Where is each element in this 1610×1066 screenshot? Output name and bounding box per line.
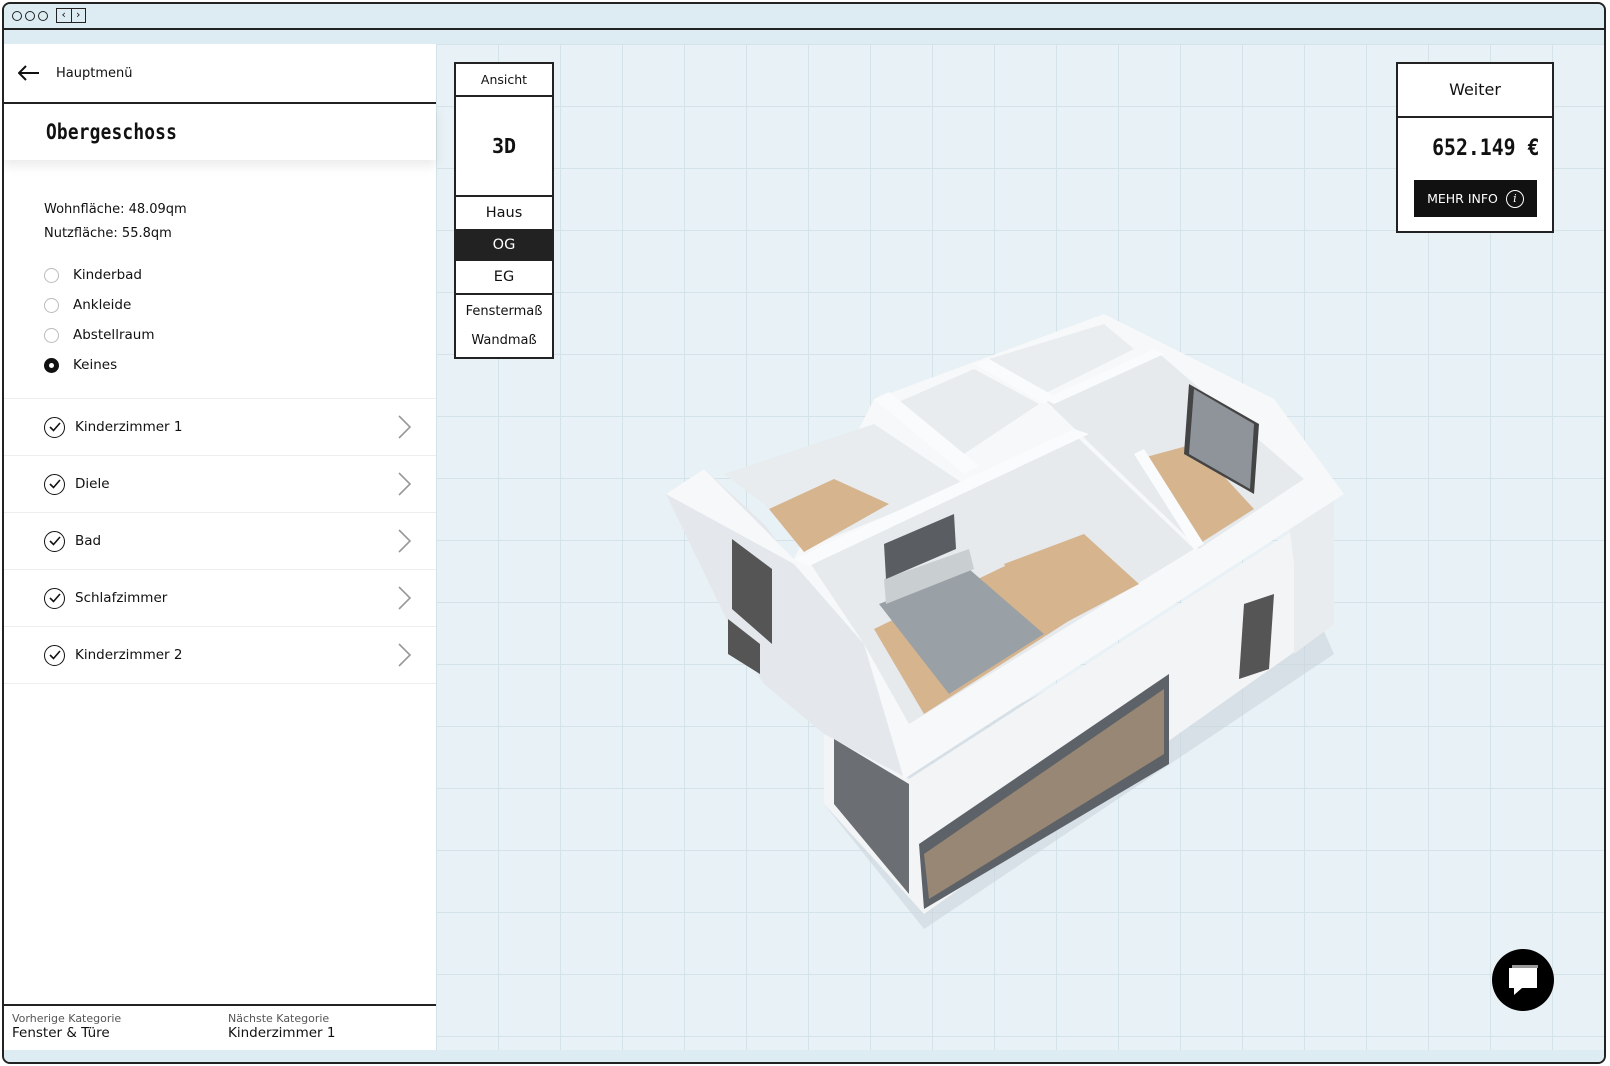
previous-category-link[interactable]: Vorherige Kategorie Fenster & Türe [4, 1006, 220, 1050]
chevron-right-icon[interactable] [390, 527, 418, 555]
radio-circle-icon[interactable] [44, 327, 59, 343]
area-info: Wohnfläche: 48.09qm Nutzfläche: 55.8qm [4, 160, 436, 246]
chevron-right-icon[interactable] [390, 413, 418, 441]
window-dot-icon[interactable] [38, 11, 48, 21]
previous-category-name: Fenster & Türe [12, 1025, 110, 1041]
view-mode-3d-button[interactable]: 3D [456, 97, 552, 197]
view-control-panel: Ansicht 3D Haus OG EG Fenstermaß Wandmaß [454, 62, 554, 359]
category-footer: Vorherige Kategorie Fenster & Türe Nächs… [4, 1004, 436, 1050]
room-item-kinderzimmer-1[interactable]: Kinderzimmer 1 [4, 399, 436, 456]
chevron-right-icon[interactable] [390, 584, 418, 612]
room-item-schlafzimmer[interactable]: Schlafzimmer [4, 570, 436, 627]
window-dot-icon[interactable] [25, 11, 35, 21]
radio-circle-icon[interactable] [44, 267, 59, 283]
chat-icon [1509, 965, 1538, 995]
fenstermass-toggle[interactable]: Fenstermaß [456, 297, 552, 326]
back-arrow-icon[interactable] [17, 63, 40, 83]
radio-label: Ankleide [73, 297, 132, 313]
radio-keines[interactable]: Keines [44, 350, 436, 380]
level-haus-button[interactable]: Haus [456, 197, 552, 229]
next-category-name: Kinderzimmer 1 [228, 1025, 336, 1041]
measurement-toggles: Fenstermaß Wandmaß [456, 293, 552, 357]
top-strip [4, 30, 1604, 44]
price-panel: Weiter 652.149 € MEHR INFO i [1396, 62, 1554, 233]
check-circle-icon [44, 644, 65, 666]
chevron-right-icon[interactable] [390, 470, 418, 498]
room-item-bad[interactable]: Bad [4, 513, 436, 570]
room-label: Diele [75, 476, 110, 492]
mehr-info-button[interactable]: MEHR INFO i [1414, 180, 1537, 217]
level-og-button[interactable]: OG [456, 229, 552, 261]
room-item-diele[interactable]: Diele [4, 456, 436, 513]
room-label: Kinderzimmer 2 [75, 647, 183, 663]
window-chrome: ‹ › [4, 4, 1604, 30]
check-circle-icon [44, 587, 65, 609]
window-dot-icon[interactable] [12, 11, 22, 21]
radio-selected-icon[interactable] [44, 357, 59, 373]
total-price: 652.149 € [1432, 136, 1540, 161]
app-window: ‹ › Hauptmenü Obergeschoss Wohnfläche: 4… [2, 2, 1606, 1064]
back-label: Hauptmenü [56, 65, 133, 81]
chat-button[interactable] [1492, 949, 1554, 1011]
floor-title-row: Obergeschoss [4, 104, 436, 160]
page-title: Obergeschoss [46, 120, 178, 144]
code-view-icon[interactable]: ‹ › [56, 8, 86, 23]
radio-kinderbad[interactable]: Kinderbad [44, 260, 436, 290]
radio-abstellraum[interactable]: Abstellraum [44, 320, 436, 350]
room-label: Bad [75, 533, 102, 549]
level-eg-button[interactable]: EG [456, 261, 552, 293]
room-label: Kinderzimmer 1 [75, 419, 183, 435]
mehr-info-label: MEHR INFO [1427, 191, 1498, 206]
room-item-kinderzimmer-2[interactable]: Kinderzimmer 2 [4, 627, 436, 684]
check-circle-icon [44, 473, 65, 495]
radio-label: Kinderbad [73, 267, 142, 283]
next-category-link[interactable]: Nächste Kategorie Kinderzimmer 1 [220, 1006, 436, 1050]
room-label: Schlafzimmer [75, 590, 168, 606]
radio-label: Keines [73, 357, 118, 373]
previous-category-caption: Vorherige Kategorie [12, 1012, 122, 1025]
sidebar-panel: Hauptmenü Obergeschoss Wohnfläche: 48.09… [4, 44, 436, 1050]
next-category-caption: Nächste Kategorie [228, 1012, 330, 1025]
back-to-main-menu[interactable]: Hauptmenü [4, 44, 436, 104]
weiter-button[interactable]: Weiter [1398, 64, 1552, 118]
nav-forward-glyph: › [76, 8, 81, 21]
radio-ankleide[interactable]: Ankleide [44, 290, 436, 320]
wandmass-toggle[interactable]: Wandmaß [456, 326, 552, 355]
radio-label: Abstellraum [73, 327, 155, 343]
room-list: Kinderzimmer 1 Diele Bad Schlafzimmer Ki [4, 398, 436, 684]
check-circle-icon [44, 416, 65, 438]
room-option-radio-group: Kinderbad Ankleide Abstellraum Keines [4, 246, 436, 398]
radio-circle-icon[interactable] [44, 297, 59, 313]
nav-back-glyph: ‹ [57, 9, 72, 22]
check-circle-icon [44, 530, 65, 552]
wohnflaeche-text: Wohnfläche: 48.09qm [44, 202, 187, 217]
view-header: Ansicht [456, 64, 552, 97]
info-icon: i [1505, 189, 1524, 208]
nutzflaeche-text: Nutzfläche: 55.8qm [44, 226, 172, 241]
bottom-strip [4, 1050, 1604, 1062]
chevron-right-icon[interactable] [390, 641, 418, 669]
